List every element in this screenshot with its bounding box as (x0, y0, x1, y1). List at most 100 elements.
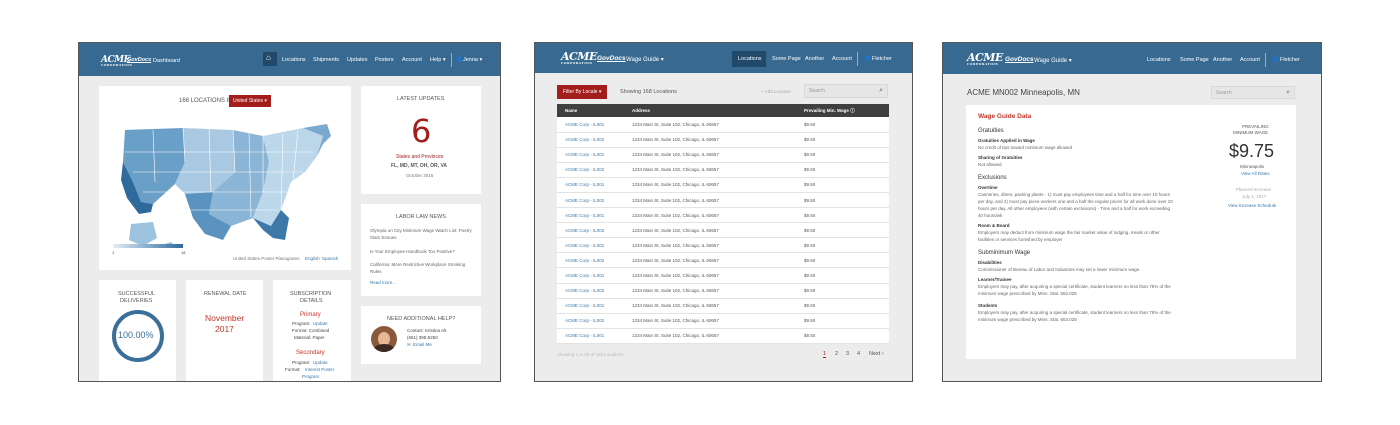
secondary-format-link[interactable]: Interest Poster (305, 367, 334, 372)
acme-logo[interactable]: ACME CORPORATION (967, 51, 1003, 66)
wage-search-input[interactable]: Search ⌕ (1211, 86, 1295, 99)
search-icon[interactable]: ⌕ (1286, 89, 1290, 97)
add-location-link[interactable]: + Add Location (761, 89, 791, 94)
location-name-link[interactable]: ACME Corp - IL002 (557, 252, 624, 269)
table-row[interactable]: ACME Corp - IL001 1234 Main St, Suite 102… (557, 267, 889, 284)
table-row[interactable]: ACME Corp - IL001 1234 Main St, Suite 102… (557, 328, 889, 344)
home-icon: ⌂ (266, 53, 271, 62)
section-title[interactable]: Wage Guide ▾ (626, 56, 664, 63)
nav-another[interactable]: Another (805, 56, 824, 62)
govdocs-logo[interactable]: GovDocs (127, 57, 151, 63)
news-item[interactable]: Olympia on City Minimum Wage Watch List:… (370, 228, 472, 241)
location-search-input[interactable]: Search ⌕ (804, 84, 888, 98)
location-address: 1234 Main St, Suite 102, Chicago, IL 606… (624, 313, 796, 329)
table-row[interactable]: ACME Corp - IL002 1234 Main St, Suite 102… (557, 252, 889, 269)
location-name-link[interactable]: ACME Corp - IL002 (557, 162, 624, 178)
nav-help[interactable]: Help ▾ (430, 57, 446, 63)
planogram-spanish-link[interactable]: Spanish (322, 256, 338, 261)
location-name-link[interactable]: ACME Corp - IL002 (557, 313, 624, 329)
col-name-header[interactable]: Name (557, 104, 624, 117)
table-row[interactable]: ACME Corp - IL001 1234 Main St, Suite 102… (557, 207, 889, 224)
country-select-button[interactable]: United States ▾ (229, 95, 271, 107)
search-icon[interactable]: ⌕ (879, 87, 883, 95)
news-item[interactable]: California: More Restrictive Workplace S… (370, 262, 472, 275)
primary-program-link[interactable]: Update (313, 321, 328, 326)
location-name-link[interactable]: ACME Corp - IL001 (557, 207, 624, 224)
page-3-link[interactable]: 3 (846, 351, 849, 357)
dashboard-screenshot: ACME CORPORATION GovDocs Dashboard ⌂ Loca… (78, 42, 501, 382)
page-2-link[interactable]: 2 (835, 351, 838, 357)
nav-locations[interactable]: Locations (1147, 57, 1171, 63)
table-row[interactable]: ACME Corp - IL001 1234 Main St, Suite 102… (557, 177, 889, 193)
gratuities-sharing-text: Not allowed (978, 162, 1002, 167)
nav-locations[interactable]: Locations (282, 57, 306, 63)
home-button[interactable]: ⌂ (263, 52, 277, 66)
location-name-link[interactable]: ACME Corp - IL001 (557, 177, 624, 193)
nav-user-menu[interactable]: Fletcher (1280, 57, 1300, 63)
govdocs-logo[interactable]: GovDocs (1005, 56, 1034, 63)
location-name-link[interactable]: ACME Corp - IL002 (557, 283, 624, 299)
location-address: 1234 Main St, Suite 102, Chicago, IL 606… (624, 237, 796, 254)
nav-user-menu[interactable]: Jenna ▾ (463, 57, 482, 63)
page-4-link[interactable]: 4 (857, 351, 860, 357)
table-row[interactable]: ACME Corp - IL001 1234 Main St, Suite 102… (557, 298, 889, 314)
nav-locations[interactable]: Locations (738, 56, 762, 62)
us-choropleth-map[interactable] (113, 122, 333, 252)
location-name-link[interactable]: ACME Corp - IL001 (557, 237, 624, 254)
location-name-link[interactable]: ACME Corp - IL001 (557, 147, 624, 163)
nav-account[interactable]: Account (1240, 57, 1260, 63)
nav-account[interactable]: Account (832, 56, 852, 62)
location-wage: $9.50 (796, 147, 889, 163)
location-name-link[interactable]: ACME Corp - IL001 (557, 117, 624, 133)
table-row[interactable]: ACME Corp - IL001 1234 Main St, Suite 102… (557, 237, 889, 254)
nav-some-page[interactable]: Some Page (772, 56, 801, 62)
location-name-link[interactable]: ACME Corp - IL002 (557, 192, 624, 209)
table-row[interactable]: ACME Corp - IL002 1234 Main St, Suite 102… (557, 132, 889, 148)
user-icon[interactable]: 👤 (864, 56, 871, 62)
info-icon[interactable]: ⓘ (850, 108, 855, 113)
section-title[interactable]: Wage Guide ▾ (1034, 57, 1072, 64)
location-name-link[interactable]: ACME Corp - IL002 (557, 222, 624, 239)
col-address-header[interactable]: Address (624, 104, 796, 117)
nav-updates[interactable]: Updates (347, 57, 368, 63)
help-email-link[interactable]: Email Me (413, 342, 432, 347)
read-more-link[interactable]: Read more... (370, 280, 396, 285)
location-wage: $9.50 (796, 177, 889, 193)
nav-user-menu[interactable]: Fletcher (872, 56, 892, 62)
table-row[interactable]: ACME Corp - IL002 1234 Main St, Suite 102… (557, 162, 889, 178)
table-row[interactable]: ACME Corp - IL002 1234 Main St, Suite 102… (557, 192, 889, 209)
table-row[interactable]: ACME Corp - IL002 1234 Main St, Suite 102… (557, 283, 889, 299)
location-name-link[interactable]: ACME Corp - IL001 (557, 267, 624, 284)
govdocs-logo[interactable]: GovDocs (597, 55, 626, 62)
nav-some-page[interactable]: Some Page (1180, 57, 1209, 63)
location-name-link[interactable]: ACME Corp - IL001 (557, 328, 624, 344)
user-icon[interactable]: 👤 (456, 57, 463, 63)
overtime-label: Overtime (978, 185, 998, 190)
acme-logo[interactable]: ACME CORPORATION (561, 50, 597, 65)
nav-posters[interactable]: Posters (375, 57, 394, 63)
updates-count[interactable]: 6 (411, 112, 431, 150)
view-increase-schedule-link[interactable]: View Increase Schedule (1228, 203, 1276, 208)
news-item[interactable]: Is Your Employee Handbook Too Positive? (370, 249, 455, 254)
nav-account[interactable]: Account (402, 57, 422, 63)
table-row[interactable]: ACME Corp - IL001 1234 Main St, Suite 102… (557, 117, 889, 133)
location-name-link[interactable]: ACME Corp - IL001 (557, 298, 624, 314)
table-row[interactable]: ACME Corp - IL001 1234 Main St, Suite 102… (557, 147, 889, 163)
table-row[interactable]: ACME Corp - IL002 1234 Main St, Suite 102… (557, 222, 889, 239)
nav-shipments[interactable]: Shipments (313, 57, 339, 63)
location-name-link[interactable]: ACME Corp - IL002 (557, 132, 624, 148)
nav-another[interactable]: Another (1213, 57, 1232, 63)
next-page-link[interactable]: Next › (869, 351, 884, 357)
help-title: NEED ADDITIONAL HELP? (387, 316, 456, 322)
table-row[interactable]: ACME Corp - IL002 1234 Main St, Suite 102… (557, 313, 889, 329)
user-icon[interactable]: 👤 (1272, 57, 1279, 63)
col-wage-header[interactable]: Prevailing Min. Wage ⓘ (796, 104, 889, 117)
page-1-link[interactable]: 1 (823, 351, 827, 358)
planogram-english-link[interactable]: English (305, 256, 320, 261)
learner-text-line: Employers may pay, after acquiring a spe… (978, 284, 1171, 289)
planogram-label: United States Poster Planograms (233, 256, 300, 261)
view-all-rates-link[interactable]: View All Rates (1241, 171, 1270, 176)
filter-by-locale-button[interactable]: Filter By Locale ▾ (557, 85, 608, 99)
secondary-program-link[interactable]: Update (313, 360, 328, 365)
secondary-format-link-line2[interactable]: Program (302, 374, 319, 379)
